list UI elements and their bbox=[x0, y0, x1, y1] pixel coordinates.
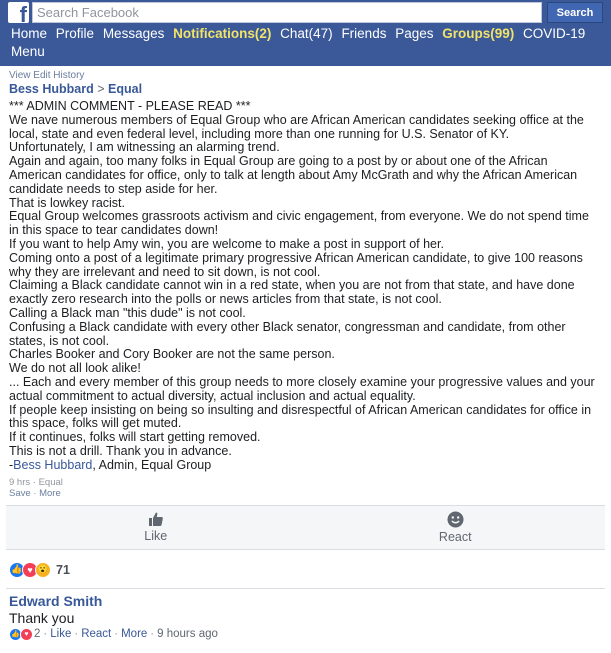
like-label: Like bbox=[144, 529, 168, 544]
search-row: f Search bbox=[8, 2, 603, 23]
signature-suffix: , Admin, Equal Group bbox=[92, 457, 212, 472]
comment-react-link[interactable]: React bbox=[81, 628, 111, 640]
view-edit-history-link[interactable]: View Edit History bbox=[9, 70, 602, 81]
post-group-link[interactable]: Equal bbox=[108, 82, 142, 96]
like-button[interactable]: Like bbox=[6, 506, 306, 549]
post-line: Coming onto a post of a legitimate prima… bbox=[9, 250, 583, 279]
facebook-logo-icon[interactable]: f bbox=[8, 2, 29, 23]
wow-reaction-icon: 😮 bbox=[35, 561, 51, 578]
more-link[interactable]: More bbox=[39, 488, 61, 499]
post-line: We nave numerous members of Equal Group … bbox=[9, 112, 584, 141]
save-link[interactable]: Save bbox=[9, 488, 31, 499]
post-line: Claiming a Black candidate cannot win in… bbox=[9, 278, 575, 307]
nav-messages[interactable]: Messages bbox=[103, 26, 165, 41]
post-action-bar: Like React bbox=[6, 504, 606, 550]
meta-dot: · bbox=[43, 628, 48, 641]
comment-more-link[interactable]: More bbox=[121, 628, 147, 640]
nav-home[interactable]: Home bbox=[11, 26, 47, 41]
post-signature: -Bess Hubbard, Admin, Equal Group bbox=[9, 457, 602, 473]
search-button[interactable]: Search bbox=[547, 2, 603, 23]
comment-text: Thank you bbox=[9, 609, 75, 626]
post-line: *** ADMIN COMMENT - PLEASE READ *** bbox=[9, 99, 251, 113]
smiley-icon bbox=[447, 511, 464, 528]
post-line: ... Each and every member of this group … bbox=[9, 374, 595, 403]
meta-dot: · bbox=[32, 476, 36, 488]
nav-menu[interactable]: Menu bbox=[11, 44, 45, 59]
post-line: If it continues, folks will start gettin… bbox=[9, 430, 261, 445]
comment-reaction-icons[interactable]: 👍 ♥ bbox=[9, 627, 33, 641]
meta-dot: · bbox=[33, 487, 37, 499]
post-line: Confusing a Black candidate with every o… bbox=[9, 319, 566, 348]
react-label: React bbox=[438, 529, 472, 544]
post-meta-group[interactable]: Equal bbox=[39, 477, 63, 488]
reactions-summary[interactable]: 👍 ♥ 😮 71 bbox=[9, 560, 602, 580]
reaction-count: 71 bbox=[56, 562, 70, 577]
post-line: Calling a Black man "this dude" is not c… bbox=[9, 305, 246, 320]
meta-dot: · bbox=[114, 628, 119, 641]
nav-chat[interactable]: Chat(47) bbox=[280, 26, 333, 41]
breadcrumb-separator: > bbox=[97, 82, 105, 96]
main-nav: Home Profile Messages Notifications(2) C… bbox=[11, 25, 601, 60]
post-author-link[interactable]: Bess Hubbard bbox=[9, 82, 94, 96]
post-line: Equal Group welcomes grassroots activism… bbox=[9, 209, 589, 238]
love-reaction-icon: ♥ bbox=[20, 627, 33, 641]
react-button[interactable]: React bbox=[306, 506, 606, 549]
post-meta: 9 hrs · Equal Save · More bbox=[9, 477, 602, 499]
nav-profile[interactable]: Profile bbox=[56, 26, 94, 41]
comment-like-link[interactable]: Like bbox=[50, 628, 71, 640]
comment: Edward Smith Thank you 👍 ♥ 2 · Like · Re… bbox=[0, 589, 611, 641]
post-meta-line: 9 hrs · Equal bbox=[9, 477, 602, 488]
nav-friends[interactable]: Friends bbox=[341, 26, 386, 41]
post-line: We do not all look alike! bbox=[9, 361, 141, 376]
group-post: View Edit History Bess Hubbard > Equal *… bbox=[0, 66, 611, 499]
nav-pages[interactable]: Pages bbox=[395, 26, 433, 41]
signature-author-link[interactable]: Bess Hubbard bbox=[13, 458, 92, 472]
post-line: If people keep insisting on being so ins… bbox=[9, 402, 592, 431]
meta-dot: · bbox=[74, 628, 79, 641]
nav-groups[interactable]: Groups(99) bbox=[442, 26, 514, 41]
post-line: Unfortunately, I am witnessing an alarmi… bbox=[9, 140, 280, 155]
thumbs-up-icon bbox=[148, 512, 163, 527]
nav-notifications[interactable]: Notifications(2) bbox=[173, 26, 271, 41]
post-line: Charles Booker and Cory Booker are not t… bbox=[9, 347, 335, 362]
comment-timestamp[interactable]: 9 hours ago bbox=[157, 628, 218, 640]
meta-dot: · bbox=[150, 628, 155, 641]
top-header: f Search Home Profile Messages Notificat… bbox=[0, 0, 611, 66]
nav-covid19[interactable]: COVID-19 bbox=[523, 26, 585, 41]
comment-reaction-count: 2 bbox=[34, 628, 41, 641]
post-body: *** ADMIN COMMENT - PLEASE READ *** We n… bbox=[9, 99, 602, 473]
search-input[interactable] bbox=[32, 2, 542, 23]
reaction-icons: 👍 ♥ 😮 bbox=[9, 561, 51, 578]
post-line: That is lowkey racist. bbox=[9, 195, 126, 210]
post-line: If you want to help Amy win, you are wel… bbox=[9, 236, 444, 251]
post-line: This is not a drill. Thank you in advanc… bbox=[9, 443, 232, 458]
facebook-logo-letter: f bbox=[19, 2, 27, 24]
post-breadcrumb: Bess Hubbard > Equal bbox=[9, 82, 602, 96]
post-line: Again and again, too many folks in Equal… bbox=[9, 154, 578, 196]
comment-author-link[interactable]: Edward Smith bbox=[9, 593, 602, 609]
post-timestamp[interactable]: 9 hrs bbox=[9, 477, 30, 488]
comment-meta: 👍 ♥ 2 · Like · React · More · 9 hours ag… bbox=[9, 627, 602, 641]
post-actions-line: Save · More bbox=[9, 488, 602, 499]
